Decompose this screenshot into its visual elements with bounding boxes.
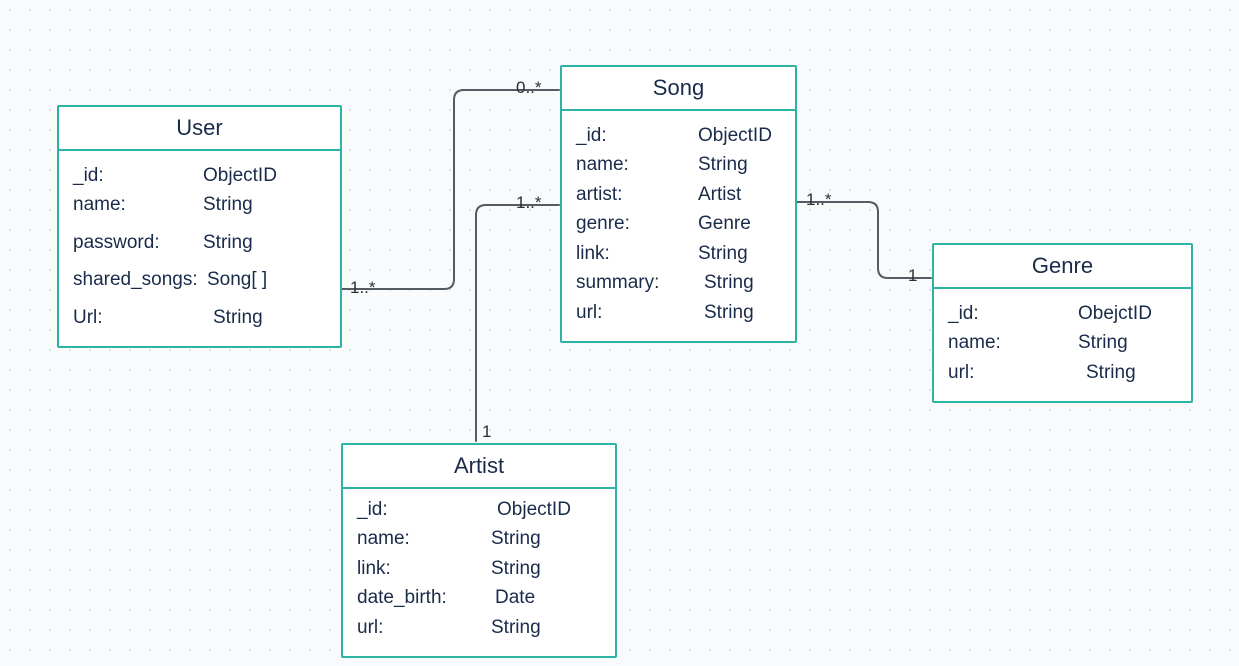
mult-genre-left: 1 <box>908 266 917 286</box>
entity-genre: Genre _id:ObejctID name:String url:Strin… <box>932 243 1193 403</box>
attr-row: artist:Artist <box>576 180 781 209</box>
mult-song-right: 1..* <box>806 190 832 210</box>
mult-song-midleft: 1..* <box>516 193 542 213</box>
attr-row: name:String <box>357 524 601 553</box>
entity-song-title: Song <box>562 67 795 111</box>
entity-artist: Artist _id:ObjectID name:String link:Str… <box>341 443 617 658</box>
entity-artist-title: Artist <box>343 445 615 489</box>
entity-genre-title: Genre <box>934 245 1191 289</box>
entity-song-body: _id:ObjectID name:String artist:Artist g… <box>562 111 795 341</box>
entity-genre-body: _id:ObejctID name:String url:String <box>934 289 1191 401</box>
attr-row: name:String <box>576 150 781 179</box>
attr-row: Url:String <box>73 303 326 332</box>
attr-row: url:String <box>948 358 1177 387</box>
attr-row: summary:String <box>576 268 781 297</box>
attr-row: _id:ObjectID <box>576 121 781 150</box>
attr-row: name:String <box>948 328 1177 357</box>
attr-row: url:String <box>576 298 781 327</box>
attr-row: _id:ObjectID <box>357 495 601 524</box>
entity-artist-body: _id:ObjectID name:String link:String dat… <box>343 489 615 656</box>
attr-row: name:String <box>73 190 326 219</box>
entity-user-title: User <box>59 107 340 151</box>
mult-song-topleft: 0..* <box>516 78 542 98</box>
attr-row: link:String <box>576 239 781 268</box>
attr-row: password:String <box>73 228 326 257</box>
mult-artist-top: 1 <box>482 422 491 442</box>
attr-row: link:String <box>357 554 601 583</box>
attr-row: shared_songs:Song[ ] <box>73 265 326 294</box>
entity-song: Song _id:ObjectID name:String artist:Art… <box>560 65 797 343</box>
mult-user-right: 1..* <box>350 278 376 298</box>
entity-user-body: _id:ObjectID name:String password:String… <box>59 151 340 346</box>
attr-row: _id:ObejctID <box>948 299 1177 328</box>
entity-user: User _id:ObjectID name:String password:S… <box>57 105 342 348</box>
attr-row: url:String <box>357 613 601 642</box>
attr-row: date_birth:Date <box>357 583 601 612</box>
attr-row: genre:Genre <box>576 209 781 238</box>
attr-row: _id:ObjectID <box>73 161 326 190</box>
